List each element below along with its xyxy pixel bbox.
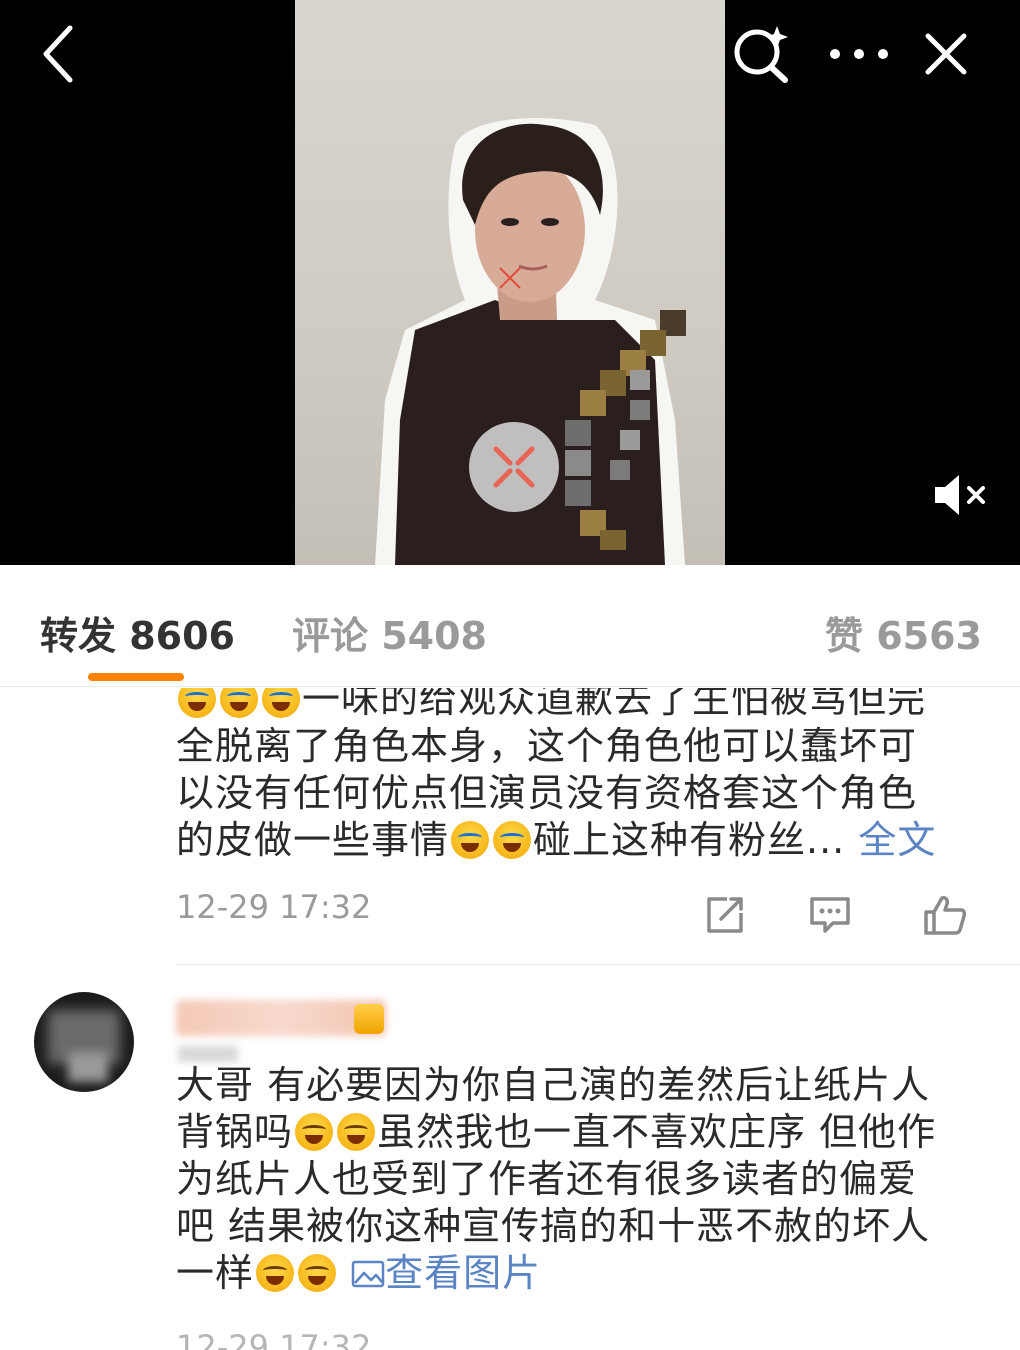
user-subtitle-redacted [178, 1046, 238, 1062]
comment-line: 的皮做一些事情 [176, 818, 450, 862]
view-image-label: 查看图片 [385, 1251, 542, 1295]
comment-line: 碰上这种有粉丝... [533, 818, 846, 862]
close-button[interactable] [914, 22, 978, 86]
video-overlay-close-button[interactable] [469, 422, 559, 512]
crying-emoji-icon [262, 688, 300, 718]
comment-line: 吧 结果被你这种宣传搞的和十恶不赦的坏人 [176, 1204, 931, 1248]
crying-emoji-icon [451, 821, 490, 859]
more-dots-icon [830, 49, 888, 59]
crying-emoji-icon [220, 688, 258, 718]
comment-line: 背锅吗 [176, 1110, 294, 1154]
comment-divider [176, 964, 1020, 965]
laughing-emoji-icon [256, 1254, 295, 1292]
share-button[interactable] [700, 890, 750, 940]
comment-line: 虽然我也一直不喜欢庄序 但他作 [377, 1110, 937, 1154]
tab-comment[interactable]: 评论 5408 [292, 605, 487, 660]
comment-line: 一味的给观众道歉去了生怕被骂但完 [302, 688, 927, 721]
share-icon [707, 897, 743, 933]
crying-emoji-icon [493, 821, 532, 859]
comment-icon [810, 897, 850, 933]
mute-toggle-button[interactable] [924, 465, 994, 525]
close-icon [925, 33, 967, 75]
comment-line: 大哥 有必要因为你自己演的差然后让纸片人 [176, 1063, 931, 1107]
comment-list[interactable]: 一味的给观众道歉去了生怕被骂但完 全脱离了角色本身，这个角色他可以蠢坏可 以没有… [0, 688, 1020, 1350]
chevron-left-icon [43, 25, 73, 83]
comment-line: 全脱离了角色本身，这个角色他可以蠢坏可 [176, 724, 918, 768]
comment-timestamp: 12-29 17:32 [176, 1328, 372, 1350]
comment-line: 为纸片人也受到了作者还有很多读者的偏爱 [176, 1157, 918, 1201]
reply-button[interactable] [805, 890, 855, 940]
expand-full-text-link[interactable]: 全文 [858, 818, 936, 862]
vip-badge-icon [354, 1004, 384, 1034]
search-button[interactable] [728, 22, 794, 86]
more-options-button[interactable] [822, 22, 896, 86]
video-player[interactable] [0, 0, 1020, 565]
avatar[interactable] [34, 992, 134, 1092]
active-tab-indicator [88, 673, 184, 681]
search-sparkle-icon [734, 26, 788, 83]
crying-emoji-icon [178, 688, 216, 718]
laughing-emoji-icon [295, 1113, 334, 1151]
engagement-tab-bar: 转发 8606 评论 5408 赞 6563 [0, 565, 1020, 687]
laughing-emoji-icon [337, 1113, 376, 1151]
back-button[interactable] [28, 22, 88, 86]
like-button[interactable] [920, 890, 970, 940]
speaker-muted-icon [935, 475, 985, 515]
comment-timestamp: 12-29 17:32 [176, 888, 372, 926]
laughing-emoji-icon [298, 1254, 337, 1292]
comment-text: 大哥 有必要因为你自己演的差然后让纸片人 背锅吗 虽然我也一直不喜欢庄序 但他作 … [176, 1062, 986, 1297]
comment-line: 一样 [176, 1251, 255, 1295]
comment-line: 以没有任何优点但演员没有资格套这个角色 [176, 771, 918, 815]
comment-text: 一味的给观众道歉去了生怕被骂但完 全脱离了角色本身，这个角色他可以蠢坏可 以没有… [176, 688, 986, 864]
view-image-link[interactable]: 查看图片 [351, 1251, 541, 1295]
tab-forward[interactable]: 转发 8606 [40, 605, 235, 660]
close-icon [493, 446, 535, 488]
thumb-up-icon [924, 896, 967, 935]
tab-like[interactable]: 赞 6563 [825, 605, 982, 660]
image-icon [351, 1260, 385, 1288]
